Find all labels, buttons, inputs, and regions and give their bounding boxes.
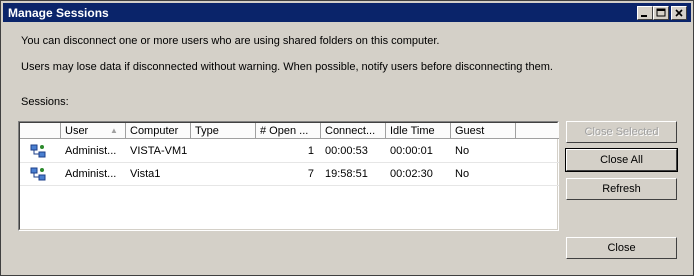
sort-ascending-icon: ▲ [110, 126, 118, 135]
column-header-type[interactable]: Type [191, 123, 256, 139]
close-all-button[interactable]: Close All [565, 148, 678, 172]
column-header-open-files[interactable]: # Open ... [256, 123, 321, 139]
cell-connected-time: 19:58:51 [325, 168, 368, 180]
cell-computer: VISTA-VM1 [130, 145, 188, 157]
description-line-2: Users may lose data if disconnected with… [21, 61, 553, 73]
refresh-button[interactable]: Refresh [566, 178, 677, 200]
close-icon [675, 9, 683, 17]
column-header-connected-time[interactable]: Connect... [321, 123, 386, 139]
cell-open-files: 7 [307, 168, 314, 180]
list-header: User ▲ Computer Type # Open ... Connect.… [20, 123, 559, 139]
cell-type [195, 163, 255, 185]
window-title: Manage Sessions [8, 6, 109, 20]
manage-sessions-dialog: Manage Sessions You can disconnect one o… [0, 0, 694, 276]
cell-type [195, 140, 255, 162]
column-header-idle-time[interactable]: Idle Time [386, 123, 451, 139]
cell-computer: Vista1 [130, 168, 161, 180]
column-header-computer[interactable]: Computer [126, 123, 191, 139]
column-header-user[interactable]: User ▲ [61, 123, 126, 139]
minimize-button[interactable] [637, 6, 653, 20]
title-bar[interactable]: Manage Sessions [3, 3, 691, 22]
table-row[interactable]: Administ... VISTA-VM1 1 00:00:53 00:00:0… [20, 140, 559, 163]
table-row[interactable]: Administ... Vista1 7 19:58:51 00:02:30 N… [20, 163, 559, 186]
cell-user: Administ... [65, 168, 117, 180]
close-window-button[interactable] [671, 6, 687, 20]
cell-guest: No [455, 145, 470, 157]
network-session-icon [30, 140, 46, 162]
close-button[interactable]: Close [566, 237, 677, 259]
description-line-1: You can disconnect one or more users who… [21, 35, 440, 47]
cell-open-files: 1 [307, 145, 314, 157]
network-session-icon [30, 163, 46, 185]
maximize-icon [656, 8, 666, 17]
sessions-label: Sessions: [21, 96, 69, 108]
close-selected-button[interactable]: Close Selected [566, 121, 677, 143]
cell-user: Administ... [65, 145, 117, 157]
column-header-filler [516, 123, 559, 139]
cell-guest: No [455, 168, 470, 180]
minimize-icon [641, 15, 647, 17]
cell-idle-time: 00:00:01 [390, 145, 433, 157]
column-header-icon[interactable] [20, 123, 61, 139]
cell-connected-time: 00:00:53 [325, 145, 368, 157]
sessions-list[interactable]: User ▲ Computer Type # Open ... Connect.… [18, 121, 559, 231]
column-header-guest[interactable]: Guest [451, 123, 516, 139]
cell-idle-time: 00:02:30 [390, 168, 433, 180]
maximize-button[interactable] [653, 6, 669, 20]
